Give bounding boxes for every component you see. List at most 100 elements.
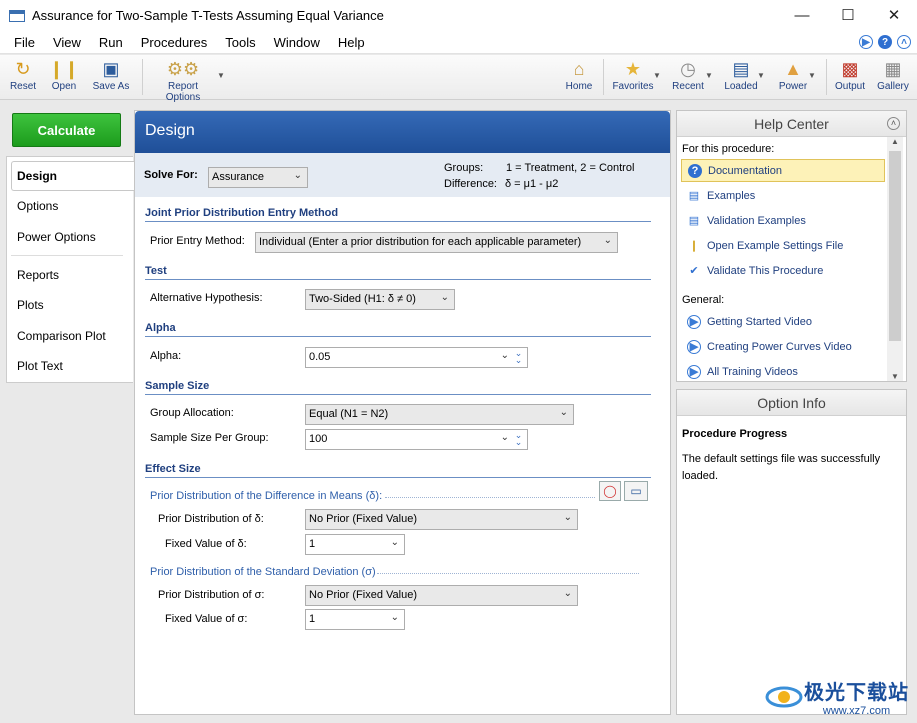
tab-power-options[interactable]: Power Options	[17, 230, 96, 244]
maximize-button[interactable]: ☐	[825, 0, 871, 31]
chevron-down-icon: ⌄	[563, 588, 572, 599]
help-item-getting-started-video[interactable]: ▶ Getting Started Video	[681, 310, 885, 333]
sample-size-per-group-input[interactable]: 100 ⌄ ⌄ ⌄	[305, 429, 528, 450]
scroll-down-icon[interactable]: ▼	[887, 372, 903, 381]
fixed-delta-label: Fixed Value of δ:	[165, 538, 247, 550]
help-item-validate-procedure[interactable]: ✔ Validate This Procedure	[681, 259, 885, 282]
collapse-icon[interactable]: ˄	[897, 35, 911, 49]
app-window: Assurance for Two-Sample T-Tests Assumin…	[0, 0, 917, 723]
output-button[interactable]: ▩ Output	[832, 57, 868, 93]
alt-hypothesis-select[interactable]: Two-Sided (H1: δ ≠ 0) ⌄	[305, 289, 455, 310]
menu-help[interactable]: Help	[329, 35, 374, 50]
panel-header: Design	[135, 111, 670, 153]
spin-icon[interactable]: ⌄ ⌄	[512, 431, 525, 447]
help-center-title: Help Center ˄	[677, 111, 906, 137]
checkmark-icon: ✔	[689, 265, 699, 277]
help-item-examples[interactable]: ▤ Examples	[681, 184, 885, 207]
help-item-open-example-settings[interactable]: ❙ Open Example Settings File	[681, 234, 885, 257]
chevron-down-icon: ⌄	[500, 350, 509, 361]
play-video-icon: ▶	[687, 314, 701, 329]
solve-for-label: Solve For:	[144, 169, 198, 181]
solve-for-select[interactable]: Assurance ⌄	[208, 167, 308, 188]
report-options-button[interactable]: ⚙⚙ Report Options	[150, 57, 216, 104]
document-icon: ▤	[688, 190, 700, 202]
tab-reports[interactable]: Reports	[17, 268, 59, 282]
toolbar: ↻ Reset ❙❙ Open ▣ Save As ⚙⚙ Report Opti…	[0, 55, 917, 104]
prior-sigma-select[interactable]: No Prior (Fixed Value) ⌄	[305, 585, 578, 606]
section-joint-prior: Joint Prior Distribution Entry Method	[145, 207, 651, 222]
tab-comparison-plot[interactable]: Comparison Plot	[17, 329, 106, 343]
reset-prior-icon[interactable]: ◯	[599, 481, 621, 501]
close-button[interactable]: ✕	[871, 0, 917, 31]
help-icon[interactable]: ?	[878, 35, 892, 49]
bell-curve-icon: ▲	[784, 58, 802, 79]
group-allocation-label: Group Allocation:	[150, 407, 234, 419]
tab-plot-text[interactable]: Plot Text	[17, 359, 63, 373]
fixed-delta-input[interactable]: 1 ⌄	[305, 534, 405, 555]
reset-icon: ↻	[15, 58, 31, 79]
option-info-title: Option Info	[677, 390, 906, 416]
play-video-icon: ▶	[687, 339, 701, 354]
minimize-button[interactable]: —	[779, 0, 825, 31]
help-item-power-curves-video[interactable]: ▶ Creating Power Curves Video	[681, 335, 885, 358]
scroll-up-icon[interactable]: ▲	[887, 137, 903, 149]
watermark-text: 极光下载站	[804, 682, 909, 704]
recent-button[interactable]: ◷ Recent	[670, 57, 706, 93]
spin-icon[interactable]: ⌄ ⌄	[512, 349, 525, 365]
home-button[interactable]: ⌂ Home	[562, 57, 596, 93]
group-allocation-select[interactable]: Equal (N1 = N2) ⌄	[305, 404, 574, 425]
alt-hypothesis-label: Alternative Hypothesis:	[150, 292, 263, 304]
groups-label: Groups:	[444, 162, 484, 174]
watermark-url: www.xz7.com	[822, 705, 891, 717]
prior-entry-select[interactable]: Individual (Enter a prior distribution f…	[255, 232, 618, 253]
prior-delta-label: Prior Distribution of δ:	[158, 513, 264, 525]
scroll-thumb[interactable]	[889, 151, 901, 341]
menu-tools[interactable]: Tools	[216, 35, 264, 50]
collapse-icon[interactable]: ˄	[887, 117, 900, 130]
general-label: General:	[682, 294, 725, 306]
menu-window[interactable]: Window	[265, 35, 329, 50]
tab-plots[interactable]: Plots	[17, 298, 44, 312]
prior-difference-heading: Prior Distribution of the Difference in …	[150, 490, 383, 502]
alpha-label: Alpha:	[150, 350, 182, 362]
chevron-down-icon: ⌄	[563, 512, 572, 523]
open-button[interactable]: ❙❙ Open	[48, 57, 80, 93]
gears-icon: ⚙⚙	[166, 58, 200, 79]
menu-file[interactable]: File	[0, 35, 44, 50]
menu-procedures[interactable]: Procedures	[132, 35, 216, 50]
loaded-button[interactable]: ▤ Loaded	[722, 57, 760, 93]
chevron-down-icon: ⌄	[559, 407, 568, 418]
tab-list: Design Options Power Options Reports Plo…	[6, 156, 134, 383]
play-video-icon: ▶	[687, 364, 701, 379]
section-effect-size: Effect Size	[145, 463, 651, 478]
sample-size-per-group-label: Sample Size Per Group:	[150, 432, 269, 444]
help-item-documentation[interactable]: ? Documentation	[681, 159, 885, 182]
home-icon: ⌂	[573, 58, 585, 79]
gallery-button[interactable]: ▦ Gallery	[874, 57, 912, 93]
menu-run[interactable]: Run	[90, 35, 132, 50]
help-scrollbar[interactable]: ▲ ▼	[887, 137, 903, 381]
chevron-down-icon: ⌄	[293, 170, 302, 181]
right-panel: Help Center ˄ For this procedure: ? Docum…	[676, 110, 907, 715]
help-item-all-training-videos[interactable]: ▶ All Training Videos	[681, 360, 885, 383]
power-button[interactable]: ▲ Power	[774, 57, 812, 93]
save-as-button[interactable]: ▣ Save As	[90, 57, 132, 93]
clock-icon: ◷	[680, 58, 696, 79]
open-folder-icon: ❙	[689, 240, 699, 252]
reset-button[interactable]: ↻ Reset	[6, 57, 40, 93]
favorites-button[interactable]: ★ Favorites	[610, 57, 656, 93]
prior-delta-select[interactable]: No Prior (Fixed Value) ⌄	[305, 509, 578, 530]
alpha-input[interactable]: 0.05 ⌄ ⌄ ⌄	[305, 347, 528, 368]
difference-value: δ = μ1 - μ2	[505, 178, 559, 190]
window-icon[interactable]: ▭	[624, 481, 648, 501]
tab-options[interactable]: Options	[17, 199, 58, 213]
chevron-down-icon: ⌄	[603, 235, 612, 246]
procedure-progress-heading: Procedure Progress	[682, 428, 788, 440]
help-item-validation-examples[interactable]: ▤ Validation Examples	[681, 209, 885, 232]
fixed-sigma-input[interactable]: 1 ⌄	[305, 609, 405, 630]
tab-design[interactable]: Design	[17, 169, 57, 183]
calculate-button[interactable]: Calculate	[12, 113, 121, 147]
play-video-icon[interactable]: ▶	[859, 35, 873, 49]
window-title: Assurance for Two-Sample T-Tests Assumin…	[32, 8, 384, 23]
menu-view[interactable]: View	[44, 35, 90, 50]
